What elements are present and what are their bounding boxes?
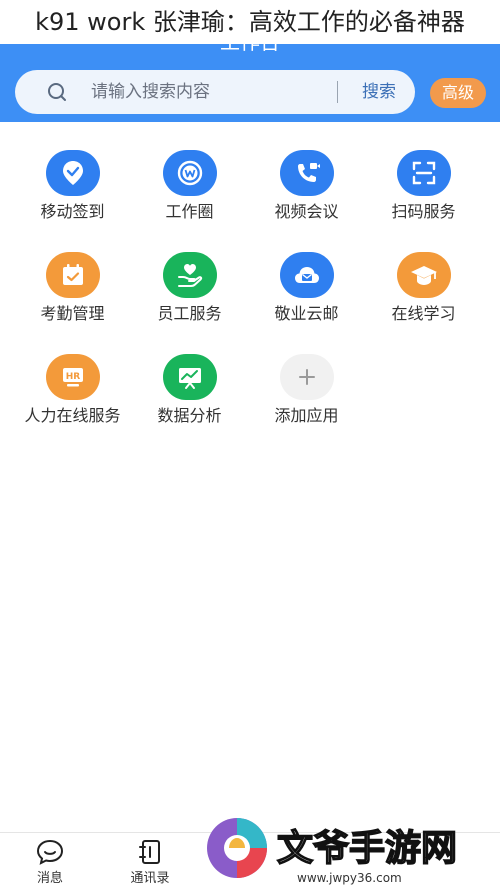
watermark-text: 文爷手游网 [277, 828, 457, 869]
app-tile-data-analysis[interactable]: 数据分析 [131, 354, 248, 436]
app-tile-employee-service[interactable]: 员工服务 [131, 252, 248, 334]
watermark-url: www.jwpy36.com [297, 871, 402, 885]
site-watermark: 文爷手游网 www.jwpy36.com [207, 818, 458, 885]
scan-icon [396, 150, 451, 196]
search-divider [337, 81, 338, 103]
app-tile-check-in[interactable]: 移动签到 [14, 150, 131, 232]
plus-icon [279, 354, 334, 400]
search-icon [48, 83, 66, 101]
nav-item-messages[interactable]: 消息 [10, 839, 90, 886]
video-meeting-icon [279, 150, 334, 196]
app-label: 移动签到 [40, 202, 105, 221]
advanced-button[interactable]: 高级 [430, 78, 486, 108]
app-label: 扫码服务 [391, 202, 456, 221]
app-tile-work-circle[interactable]: 工作圈 [131, 150, 248, 232]
app-label: 考勤管理 [40, 304, 105, 323]
app-label: 在线学习 [391, 304, 456, 323]
app-label: 员工服务 [157, 304, 222, 323]
app-tile-hr-online[interactable]: HR 人力在线服务 [14, 354, 131, 454]
nav-label: 消息 [36, 871, 63, 886]
app-tile-scan[interactable]: 扫码服务 [365, 150, 482, 232]
app-label: 添加应用 [274, 406, 339, 425]
hr-icon: HR [45, 354, 100, 400]
app-label: 工作圈 [165, 202, 214, 221]
caption-title: k91 work 张津瑜：高效工作的必备神器 [0, 0, 500, 44]
search-bar[interactable]: 搜索 [15, 70, 415, 114]
work-circle-icon [162, 150, 217, 196]
svg-text:HR: HR [65, 372, 80, 382]
check-in-icon [45, 150, 100, 196]
app-tile-attendance[interactable]: 考勤管理 [14, 252, 131, 334]
contacts-icon [139, 840, 160, 864]
nav-item-contacts[interactable]: 通讯录 [110, 839, 190, 886]
app-tile-online-learning[interactable]: 在线学习 [365, 252, 482, 334]
employee-service-icon [162, 252, 217, 298]
app-tile-video-meeting[interactable]: 视频会议 [248, 150, 365, 232]
cloud-mail-icon [279, 252, 334, 298]
nav-label: 通讯录 [130, 871, 170, 886]
message-icon [36, 839, 64, 865]
app-label: 视频会议 [274, 202, 339, 221]
app-label: 人力在线服务 [24, 406, 121, 425]
app-tile-cloud-mail[interactable]: 敬业云邮 [248, 252, 365, 334]
data-analysis-icon [162, 354, 217, 400]
app-grid: 移动签到 工作圈 视频会议 扫码服务 考勤管理 员工服务 敬业云邮 在线学习 H… [14, 150, 482, 454]
app-tile-add-app[interactable]: 添加应用 [248, 354, 365, 436]
search-button[interactable]: 搜索 [349, 70, 409, 114]
app-label: 数据分析 [157, 406, 222, 425]
app-label: 敬业云邮 [274, 304, 339, 323]
search-input[interactable] [91, 70, 321, 114]
graduation-cap-icon [396, 252, 451, 298]
attendance-icon [45, 252, 100, 298]
